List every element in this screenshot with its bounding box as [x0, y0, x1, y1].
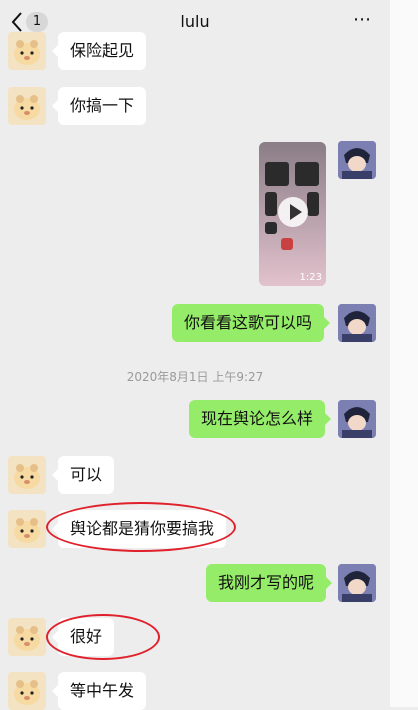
video-duration: 1:23 — [299, 272, 322, 283]
annotation-circle — [46, 502, 236, 552]
chat-title: lulu — [180, 12, 210, 31]
hamster-icon — [14, 464, 40, 489]
video-content — [265, 162, 289, 186]
hamster-icon — [14, 626, 40, 651]
message-bubble-outgoing[interactable]: 我刚才写的呢 — [206, 564, 333, 602]
video-content — [265, 192, 277, 216]
my-avatar[interactable] — [338, 400, 376, 438]
message-bubble-incoming[interactable]: 你搞一下 — [51, 87, 147, 125]
my-avatar[interactable] — [338, 141, 376, 179]
annotation-circle — [46, 614, 160, 660]
contact-avatar[interactable] — [8, 87, 46, 125]
hamster-icon — [14, 40, 40, 65]
anime-character-icon — [338, 141, 376, 179]
message-bubble-incoming[interactable]: 保险起见 — [51, 32, 147, 70]
hamster-icon — [14, 95, 40, 120]
contact-avatar[interactable] — [8, 618, 46, 656]
hamster-icon — [14, 518, 40, 543]
play-icon — [290, 204, 302, 220]
anime-character-icon — [338, 400, 376, 438]
video-content — [281, 238, 293, 250]
message-bubble-incoming[interactable]: 等中午发 — [51, 672, 147, 710]
video-content — [265, 222, 277, 234]
video-content — [295, 162, 319, 186]
video-message-thumbnail[interactable]: 1:23 — [259, 142, 326, 286]
contact-avatar[interactable] — [8, 32, 46, 70]
my-avatar[interactable] — [338, 304, 376, 342]
video-content — [307, 192, 319, 216]
anime-character-icon — [338, 564, 376, 602]
anime-character-icon — [338, 304, 376, 342]
message-bubble-incoming[interactable]: 可以 — [51, 456, 115, 494]
contact-avatar[interactable] — [8, 510, 46, 548]
contact-avatar[interactable] — [8, 456, 46, 494]
hamster-icon — [14, 680, 40, 705]
contact-avatar[interactable] — [8, 672, 46, 710]
my-avatar[interactable] — [338, 564, 376, 602]
more-options-icon[interactable]: ⋯ — [348, 10, 376, 30]
message-bubble-outgoing[interactable]: 现在舆论怎么样 — [189, 400, 332, 438]
message-timestamp: 2020年8月1日 上午9:27 — [126, 370, 264, 384]
message-bubble-outgoing[interactable]: 你看看这歌可以吗 — [172, 304, 331, 342]
screen-edge — [390, 0, 418, 707]
